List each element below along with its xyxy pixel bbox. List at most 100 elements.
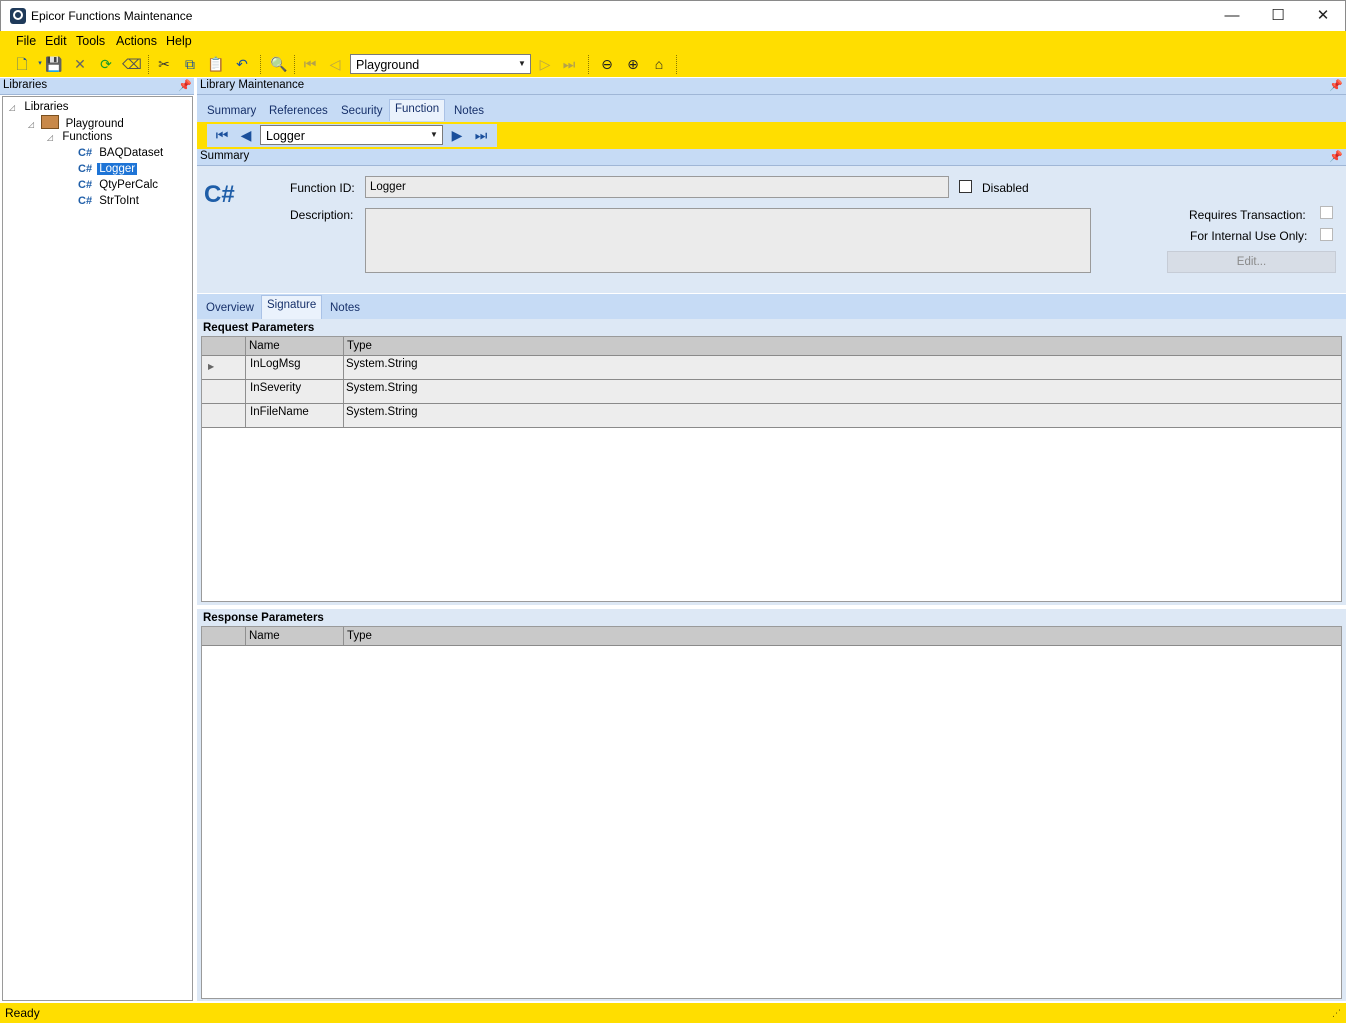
library-combo-value: Playground [356,58,420,72]
tab-function[interactable]: Function [389,99,446,121]
search-icon[interactable]: 🔍 [269,54,289,74]
internal-use-checkbox[interactable] [1320,228,1333,241]
previous-record-icon[interactable]: ◁ [325,54,345,74]
csharp-icon: C# [78,147,93,159]
tree-node-function[interactable]: C# BAQDataset [78,147,163,159]
column-header-type[interactable]: Type [347,340,372,352]
toolbar-separator [294,55,296,74]
tree-node-function[interactable]: C# StrToInt [78,195,139,207]
disabled-label: Disabled [982,181,1029,195]
new-icon[interactable]: 🗋 [12,54,32,74]
library-maintenance-title: Library Maintenance [200,79,305,91]
csharp-icon: C# [78,163,93,175]
column-header-name[interactable]: Name [249,630,280,642]
minimize-button[interactable]: — [1209,1,1255,31]
libraries-panel-header: Libraries 📌 [0,78,194,95]
cut-icon[interactable]: ✂ [154,54,174,74]
tab-signature-notes[interactable]: Notes [330,302,360,314]
copy-icon[interactable]: ⧉ [180,54,200,74]
disabled-checkbox[interactable] [959,180,972,193]
collapse-icon[interactable]: ◿ [47,133,53,142]
tab-security[interactable]: Security [341,105,383,117]
summary-panel-header: Summary 📌 [197,149,1346,166]
collapse-icon[interactable]: ◿ [28,120,34,129]
first-record-icon[interactable]: ⏮ [212,125,232,145]
tab-signature[interactable]: Signature [261,295,323,319]
undo-icon[interactable]: ↶ [232,54,252,74]
row-selector-icon: ▶ [208,362,215,371]
summary-panel-title: Summary [200,150,250,162]
table-row[interactable]: InFileName System.String [202,404,1341,428]
cell-type[interactable]: System.String [346,406,418,418]
menu-edit[interactable]: Edit [45,34,67,48]
tab-references[interactable]: References [269,105,328,117]
column-header-name[interactable]: Name [249,340,280,352]
paste-icon[interactable]: 📋 [206,54,226,74]
grid-header: Name Type [202,337,1341,356]
csharp-icon: C# [204,181,235,208]
function-combo-value: Logger [266,129,305,143]
internal-use-label: For Internal Use Only: [1190,229,1308,243]
requires-transaction-checkbox[interactable] [1320,206,1333,219]
close-button[interactable]: ✕ [1300,1,1346,31]
forward-icon[interactable]: ⊕ [623,54,643,74]
pin-icon[interactable]: 📌 [1329,79,1343,92]
clear-icon[interactable]: ⌫ [122,54,142,74]
requires-transaction-label: Requires Transaction: [1189,208,1306,222]
edit-button[interactable]: Edit... [1167,251,1336,273]
function-id-label: Function ID: [290,181,355,195]
resize-grip-icon[interactable]: ⋰ [1332,1008,1341,1019]
back-icon[interactable]: ⊖ [597,54,617,74]
library-tree: ◿ Libraries ◿ Playground ◿ Functions C# … [2,96,193,1001]
refresh-icon[interactable]: ⟳ [96,54,116,74]
tree-node-functions-folder[interactable]: ◿ Functions [47,131,112,143]
cell-name[interactable]: InSeverity [250,382,301,394]
title-bar: Epicor Functions Maintenance — ☐ ✕ [0,0,1346,31]
tree-node-library[interactable]: ◿ Playground [28,115,124,130]
description-field[interactable] [365,208,1091,273]
menu-help[interactable]: Help [166,34,192,48]
response-parameters-section: Response Parameters Name Type [197,609,1346,1001]
menu-tools[interactable]: Tools [76,34,105,48]
summary-panel: C# Function ID: Logger Disabled Descript… [197,166,1346,293]
save-icon[interactable]: 💾 [44,54,64,74]
tree-node-function[interactable]: C# QtyPerCalc [78,179,158,191]
epicor-app-icon [10,8,26,24]
tab-summary[interactable]: Summary [207,105,256,117]
collapse-icon[interactable]: ◿ [9,103,15,112]
library-combo[interactable]: Playground ▼ [350,54,531,74]
tree-node-function-selected[interactable]: C# Logger [78,163,138,175]
cell-name[interactable]: InFileName [250,406,309,418]
grid-header: Name Type [202,627,1341,646]
pin-icon[interactable]: 📌 [178,79,192,92]
cell-name[interactable]: InLogMsg [250,358,301,370]
home-icon[interactable]: ⌂ [649,54,669,74]
chevron-down-icon[interactable]: ▼ [426,126,442,144]
chevron-down-icon[interactable]: ▼ [514,55,530,73]
next-record-icon[interactable]: ▷ [535,54,555,74]
window-title: Epicor Functions Maintenance [31,9,193,23]
response-parameters-title: Response Parameters [203,612,324,624]
previous-record-icon[interactable]: ◀ [236,125,256,145]
pin-icon[interactable]: 📌 [1329,150,1343,163]
function-id-field[interactable]: Logger [365,176,949,198]
table-row[interactable]: InSeverity System.String [202,380,1341,404]
main-toolbar: 🗋 ▾ 💾 ✕ ⟳ ⌫ ✂ ⧉ 📋 ↶ 🔍 ⏮ ◁ Playground ▼ ▷… [0,52,1346,77]
response-parameters-grid: Name Type [201,626,1342,999]
tab-overview[interactable]: Overview [206,302,254,314]
table-row[interactable]: ▶ InLogMsg System.String [202,356,1341,380]
maximize-button[interactable]: ☐ [1255,1,1301,31]
menu-file[interactable]: File [16,34,36,48]
cell-type[interactable]: System.String [346,382,418,394]
last-record-icon[interactable]: ⏭ [471,125,491,145]
function-combo[interactable]: Logger ▼ [260,125,443,145]
cell-type[interactable]: System.String [346,358,418,370]
column-header-type[interactable]: Type [347,630,372,642]
first-record-icon[interactable]: ⏮ [300,54,320,74]
delete-icon[interactable]: ✕ [70,54,90,74]
tab-notes[interactable]: Notes [454,105,484,117]
tree-node-root[interactable]: ◿ Libraries [9,101,68,113]
menu-actions[interactable]: Actions [116,34,157,48]
next-record-icon[interactable]: ▶ [447,125,467,145]
last-record-icon[interactable]: ⏭ [559,54,579,74]
